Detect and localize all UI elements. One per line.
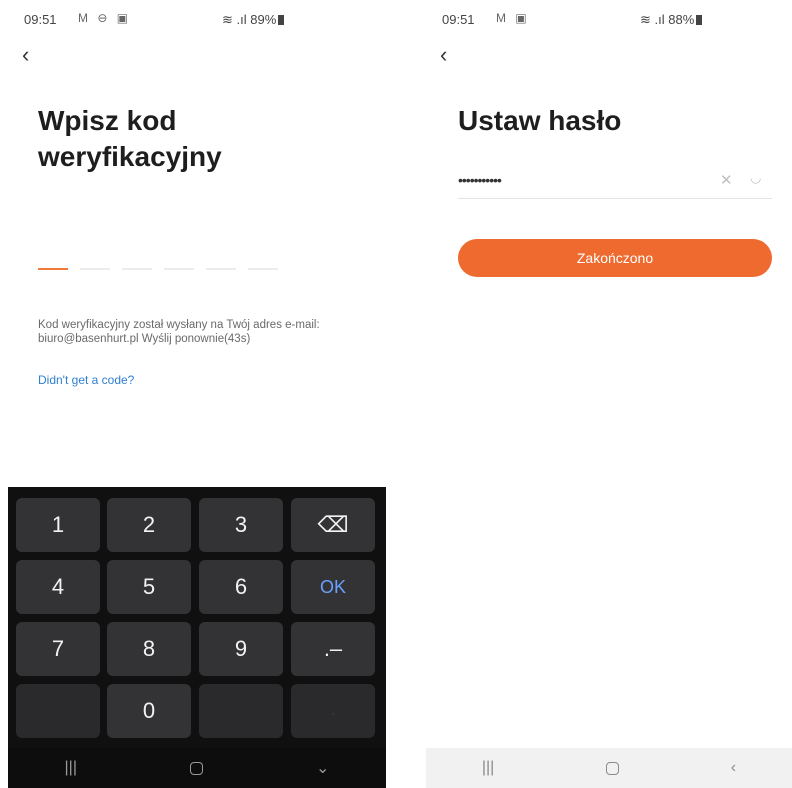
- home-button[interactable]: [606, 761, 620, 775]
- resend-code-link[interactable]: Didn't get a code?: [38, 373, 134, 387]
- dot-dash-key[interactable]: .–: [291, 622, 375, 676]
- code-digit-slot-3: [122, 268, 152, 270]
- back-arrow-icon[interactable]: ‹: [22, 44, 29, 66]
- system-status: ≋ .ıl 88%: [640, 12, 703, 28]
- signal-battery-text: ≋ .ıl 89%: [222, 12, 277, 27]
- page-title: Ustaw hasło: [458, 105, 622, 136]
- backspace-key[interactable]: ⌫: [291, 498, 375, 552]
- key-9[interactable]: 9: [199, 622, 283, 676]
- notification-icons: M ▣: [496, 11, 530, 25]
- title-line-1: Wpisz kod: [38, 105, 177, 136]
- key-2[interactable]: 2: [107, 498, 191, 552]
- battery-icon: [278, 15, 285, 25]
- ok-key[interactable]: OK: [291, 560, 375, 614]
- code-digit-slot-6: [248, 268, 278, 270]
- notification-icons: M ⊖ ▣: [78, 11, 132, 25]
- back-button[interactable]: ‹: [731, 759, 736, 777]
- key-4[interactable]: 4: [16, 560, 100, 614]
- battery-icon: [696, 15, 703, 25]
- empty-key: [16, 684, 100, 738]
- info-line-1: Kod weryfikacyjny został wysłany na Twój…: [38, 319, 320, 331]
- status-time: 09:51: [24, 12, 57, 27]
- code-input[interactable]: [38, 268, 278, 270]
- code-digit-slot-1: [38, 268, 68, 270]
- eye-closed-icon[interactable]: ◡: [750, 170, 761, 186]
- clear-icon[interactable]: ✕: [720, 171, 733, 189]
- back-arrow-icon[interactable]: ‹: [440, 44, 447, 66]
- system-nav-bar: ||| ⌄: [8, 748, 386, 788]
- verification-screen: 09:51 M ⊖ ▣ ≋ .ıl 89% ‹ Wpisz kod weryfi…: [8, 0, 386, 788]
- status-bar: 09:51 M ▣ ≋ .ıl 88%: [426, 10, 792, 30]
- code-digit-slot-4: [164, 268, 194, 270]
- key-6[interactable]: 6: [199, 560, 283, 614]
- recents-button[interactable]: |||: [482, 759, 494, 777]
- key-7[interactable]: 7: [16, 622, 100, 676]
- numeric-keyboard: 1 2 3 ⌫ 4 5 6 OK 7 8 9 .– 0 ,: [8, 487, 386, 749]
- finish-button[interactable]: Zakończono: [458, 239, 772, 277]
- info-line-2: biuro@basenhurt.pl Wyślij ponownie(43s): [38, 333, 251, 345]
- signal-battery-text: ≋ .ıl 88%: [640, 12, 695, 27]
- empty-key: [199, 684, 283, 738]
- code-digit-slot-5: [206, 268, 236, 270]
- code-digit-slot-2: [80, 268, 110, 270]
- hide-keyboard-button[interactable]: ⌄: [316, 758, 329, 778]
- set-password-screen: 09:51 M ▣ ≋ .ıl 88% ‹ Ustaw hasło ••••••…: [426, 0, 792, 788]
- key-1[interactable]: 1: [16, 498, 100, 552]
- key-3[interactable]: 3: [199, 498, 283, 552]
- system-nav-bar: ||| ‹: [426, 748, 792, 788]
- title-line-2: weryfikacyjny: [38, 141, 222, 172]
- password-value: •••••••••••: [458, 172, 502, 188]
- status-bar: 09:51 M ⊖ ▣ ≋ .ıl 89%: [8, 10, 386, 30]
- system-status: ≋ .ıl 89%: [222, 12, 285, 28]
- home-button[interactable]: [190, 761, 204, 775]
- key-0[interactable]: 0: [107, 684, 191, 738]
- backspace-icon: ⌫: [317, 512, 349, 537]
- info-text: Kod weryfikacyjny został wysłany na Twój…: [38, 318, 378, 346]
- key-8[interactable]: 8: [107, 622, 191, 676]
- comma-key[interactable]: ,: [291, 684, 375, 738]
- status-time: 09:51: [442, 12, 475, 27]
- key-5[interactable]: 5: [107, 560, 191, 614]
- password-field[interactable]: ••••••••••• ✕ ◡: [458, 170, 772, 199]
- recents-button[interactable]: |||: [65, 759, 77, 777]
- page-title: Wpisz kod weryfikacyjny: [38, 103, 222, 175]
